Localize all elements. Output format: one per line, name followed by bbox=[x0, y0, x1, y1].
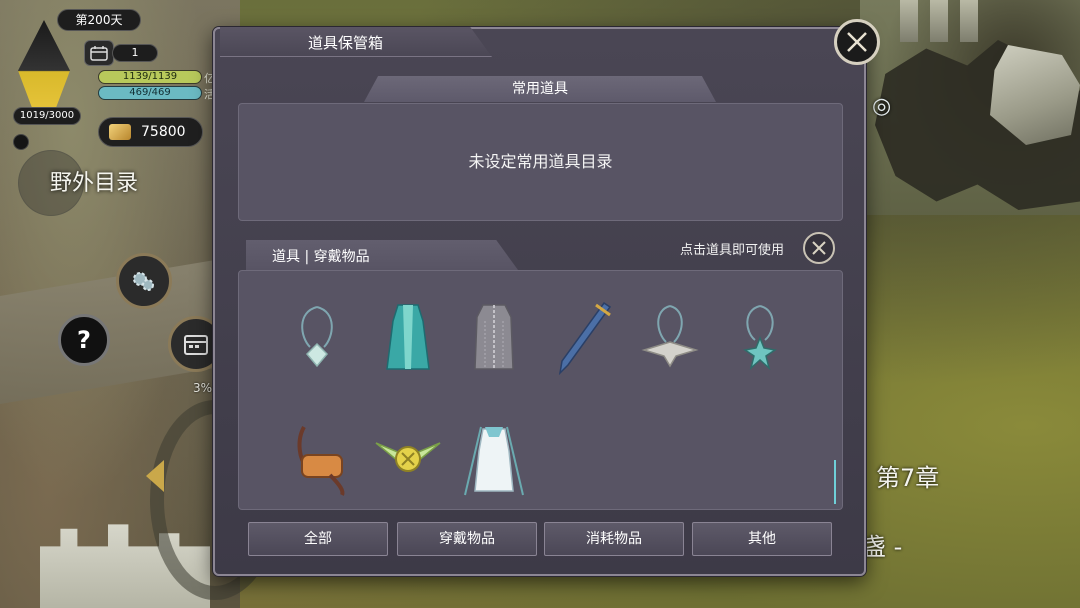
star-pendant-icon bbox=[743, 305, 777, 371]
usage-hint: 点击道具即可使用 bbox=[680, 243, 785, 258]
hint-close-button[interactable] bbox=[803, 232, 835, 264]
item-slot-star-pendant[interactable] bbox=[724, 298, 796, 376]
item-slot-winged-charm[interactable] bbox=[372, 420, 444, 498]
leather-bag-icon bbox=[297, 426, 345, 496]
help-button[interactable]: ? bbox=[58, 314, 110, 366]
favorites-empty-text: 未设定常用道具目录 bbox=[468, 152, 613, 171]
field-list-button[interactable]: 野外目录 bbox=[50, 165, 138, 197]
gold-value: 75800 bbox=[141, 124, 186, 140]
filter-equipment-button[interactable]: 穿戴物品 bbox=[397, 522, 537, 556]
close-icon bbox=[812, 241, 826, 255]
day-counter: 第200天 bbox=[57, 9, 141, 31]
fence-post bbox=[930, 0, 948, 42]
calendar-icon[interactable] bbox=[84, 40, 114, 66]
items-tab-label: 道具 | 穿戴物品 bbox=[272, 249, 370, 265]
filter-all-button[interactable]: 全部 bbox=[248, 522, 388, 556]
status-dot bbox=[13, 134, 29, 150]
close-icon bbox=[847, 32, 867, 52]
chain-vest-icon bbox=[474, 304, 514, 370]
mp-bar: 469/469 bbox=[98, 86, 202, 100]
fence-post bbox=[900, 0, 918, 42]
scrollbar[interactable] bbox=[834, 460, 836, 504]
item-slot-winged-amulet[interactable] bbox=[634, 298, 706, 376]
blue-sword-icon bbox=[558, 301, 612, 375]
calendar-icon bbox=[184, 335, 208, 355]
gear-icon bbox=[133, 272, 154, 291]
calendar-count: 1 bbox=[112, 44, 158, 62]
winged-amulet-icon bbox=[641, 305, 699, 368]
white-dress-icon bbox=[464, 426, 524, 496]
crystal-value: 1019/3000 bbox=[13, 107, 81, 125]
item-slot-bag[interactable] bbox=[284, 420, 356, 498]
target-marker-icon[interactable]: ◎ bbox=[872, 94, 906, 120]
settings-button[interactable] bbox=[116, 253, 172, 309]
winged-charm-icon bbox=[375, 442, 441, 472]
teal-robe-icon bbox=[386, 304, 430, 370]
progress-percent: 3% bbox=[193, 381, 213, 395]
fence-post bbox=[960, 0, 978, 42]
arrow-left-icon[interactable] bbox=[146, 460, 164, 492]
modal-title: 道具保管箱 bbox=[308, 34, 384, 52]
item-slot-pendant[interactable] bbox=[281, 298, 353, 376]
gold-icon bbox=[109, 124, 131, 140]
item-slot-sword[interactable] bbox=[546, 298, 618, 376]
hp-bar: 1139/1139 bbox=[98, 70, 202, 84]
filter-consumables-button[interactable]: 消耗物品 bbox=[544, 522, 684, 556]
close-button[interactable] bbox=[834, 19, 880, 65]
item-slot-white-dress[interactable] bbox=[458, 420, 530, 498]
gold-counter[interactable]: 75800 bbox=[98, 117, 203, 147]
favorites-header: 常用道具 bbox=[364, 76, 716, 102]
item-slot-chain-vest[interactable] bbox=[458, 298, 530, 376]
pendant-clover-icon bbox=[301, 306, 333, 368]
chapter-label: 第7章 bbox=[876, 464, 940, 492]
filter-other-button[interactable]: 其他 bbox=[692, 522, 832, 556]
item-slot-teal-robe[interactable] bbox=[372, 298, 444, 376]
